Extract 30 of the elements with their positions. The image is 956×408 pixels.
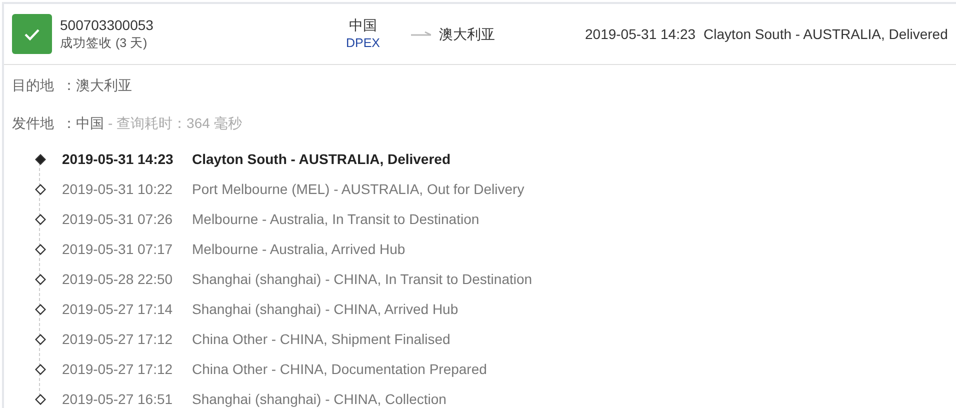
field-label: 目的地 (12, 76, 54, 94)
event-description: Shanghai (shanghai) - CHINA, Collection (192, 390, 446, 408)
origin-country: 中国 (348, 16, 378, 34)
event-time: 2019-05-28 22:50 (62, 270, 174, 288)
latest-event-time: 2019-05-31 14:23 (585, 24, 696, 44)
event-time: 2019-05-27 17:12 (62, 330, 174, 348)
event-time: 2019-05-31 07:17 (62, 240, 174, 258)
event-description: China Other - CHINA, Shipment Finalised (192, 330, 450, 349)
event-time: 2019-05-27 16:51 (62, 390, 174, 408)
event-time: 2019-05-31 10:22 (62, 180, 174, 198)
event-description: Port Melbourne (MEL) - AUSTRALIA, Out for Delivery (192, 180, 524, 199)
destination-country: 澳大利亚 (439, 24, 495, 44)
field-value: ：中国 (62, 114, 104, 132)
event-description: China Other - CHINA, Documentation Prepared (192, 360, 487, 379)
event-description: Shanghai (shanghai) - CHINA, Arrived Hub (192, 300, 458, 319)
latest-event: Clayton South - AUSTRALIA, Delivered (704, 24, 948, 44)
event-description: Melbourne - Australia, In Transit to Destination (192, 210, 480, 228)
field-value: ：澳大利亚 (62, 76, 132, 94)
event-description: Melbourne - Australia, Arrived Hub (192, 240, 406, 258)
tracking-number: 500703300053 (60, 16, 154, 34)
field-label: 发件地 (12, 114, 54, 132)
event-time: 2019-05-27 17:12 (62, 360, 174, 378)
event-time: 2019-05-31 14:23 (62, 150, 174, 168)
query-time: - 查询耗时：364 毫秒 (108, 114, 242, 132)
event-description: Shanghai (shanghai) - CHINA, In Transit to Destination (192, 270, 532, 289)
event-time: 2019-05-27 17:14 (62, 300, 174, 318)
status-text: 成功签收 (3 天) (60, 34, 148, 52)
event-time: 2019-05-31 07:26 (62, 210, 174, 228)
event-description: Clayton South - AUSTRALIA, Delivered (192, 150, 451, 169)
carrier-name: DPEX (344, 35, 382, 52)
